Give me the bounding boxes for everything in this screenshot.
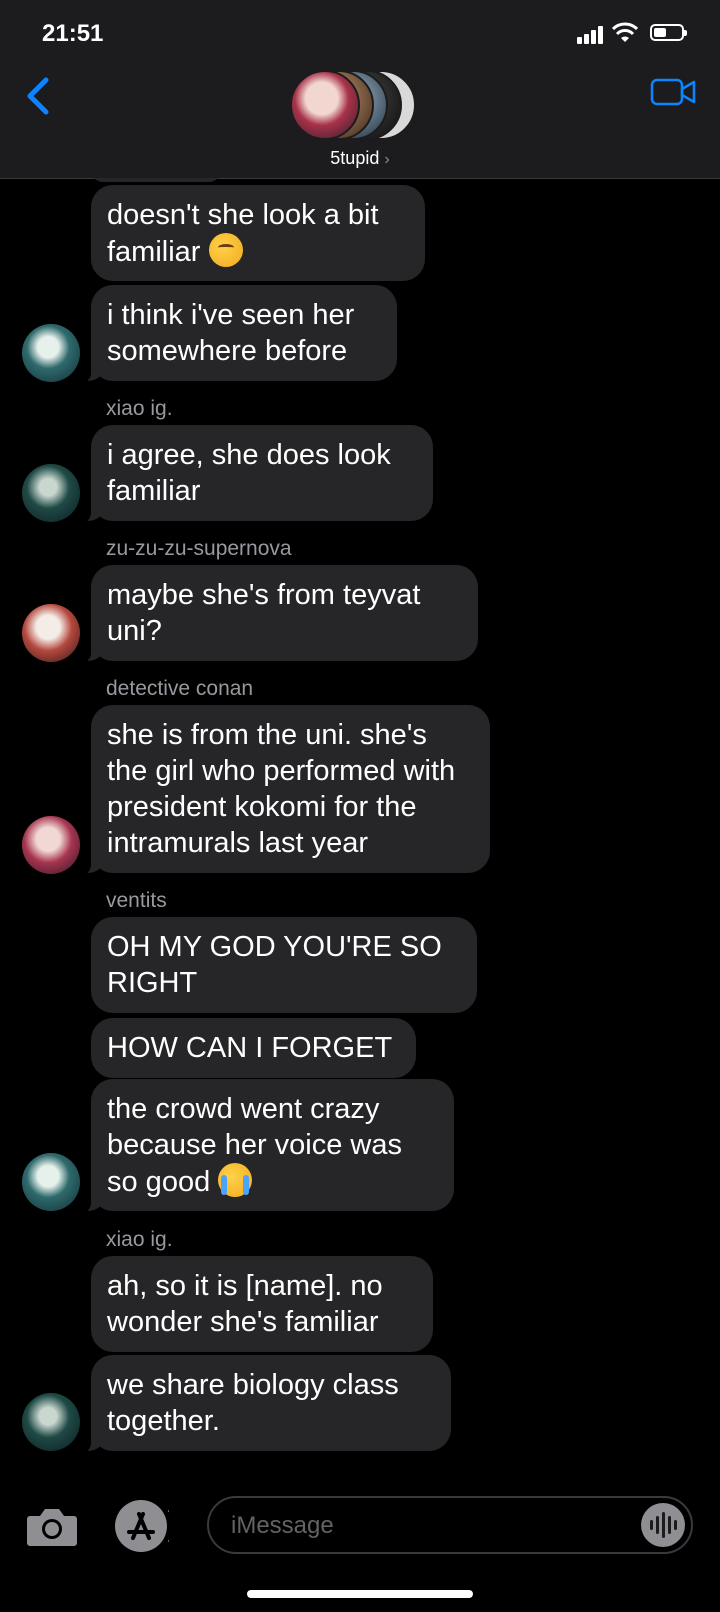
message-text: she is from the uni. she's the girl who … bbox=[107, 719, 456, 859]
message-text: i agree, she does look familiar bbox=[107, 439, 391, 507]
audio-message-icon[interactable] bbox=[641, 1503, 685, 1547]
message-text: ah, so it is [name]. no wonder she's fam… bbox=[107, 1270, 383, 1338]
battery-icon bbox=[650, 24, 687, 41]
message-bubble[interactable]: she is from the uni. she's the girl who … bbox=[81, 705, 490, 875]
member-avatar bbox=[290, 70, 360, 140]
back-chevron-icon[interactable] bbox=[24, 74, 54, 118]
status-time: 21:51 bbox=[42, 20, 104, 47]
sender-avatar[interactable] bbox=[22, 604, 80, 662]
message-text: OH MY GOD YOU'RE SO RIGHT bbox=[107, 931, 442, 999]
message-text: maybe she's from teyvat uni? bbox=[107, 579, 421, 647]
message-bubble[interactable]: i think i've seen her somewhere before bbox=[81, 285, 397, 383]
conversation-header: 5tupid › bbox=[0, 62, 720, 179]
app-store-icon[interactable] bbox=[113, 1498, 169, 1554]
previous-message-bubble bbox=[91, 178, 221, 182]
message-bubble[interactable]: ah, so it is [name]. no wonder she's fam… bbox=[91, 1256, 433, 1352]
status-bar: 21:51 bbox=[0, 0, 720, 62]
group-avatar-stack[interactable] bbox=[290, 70, 430, 142]
video-call-icon[interactable] bbox=[650, 76, 696, 108]
thinking-face-emoji bbox=[208, 233, 243, 267]
message-text: HOW CAN I FORGET bbox=[107, 1032, 393, 1064]
message-bubble[interactable]: maybe she's from teyvat uni? bbox=[81, 565, 478, 663]
message-bubble[interactable]: the crowd went crazy because her voice w… bbox=[81, 1079, 454, 1213]
message-text: the crowd went crazy because her voice w… bbox=[107, 1093, 402, 1198]
message-bubble[interactable]: we share biology class together. bbox=[81, 1355, 451, 1453]
message-text: doesn't she look a bit familiar bbox=[107, 199, 379, 268]
sender-name: xiao ig. bbox=[106, 1228, 173, 1251]
sender-name: detective conan bbox=[106, 677, 254, 700]
message-text: we share biology class together. bbox=[107, 1369, 399, 1437]
message-bubble[interactable]: HOW CAN I FORGET bbox=[91, 1018, 416, 1078]
message-bubble[interactable]: doesn't she look a bit familiar bbox=[91, 185, 425, 281]
sender-avatar[interactable] bbox=[22, 464, 80, 522]
home-indicator[interactable] bbox=[247, 1590, 473, 1598]
cellular-signal-icon bbox=[577, 26, 605, 44]
camera-icon[interactable] bbox=[26, 1504, 78, 1548]
group-name[interactable]: 5tupid › bbox=[0, 148, 720, 169]
sender-avatar[interactable] bbox=[22, 1153, 80, 1211]
message-text: i think i've seen her somewhere before bbox=[107, 299, 355, 367]
sender-avatar[interactable] bbox=[22, 1393, 80, 1451]
sender-avatar[interactable] bbox=[22, 324, 80, 382]
message-bubble[interactable]: i agree, she does look familiar bbox=[81, 425, 433, 523]
loudly-crying-face-emoji bbox=[218, 1163, 253, 1197]
input-placeholder: iMessage bbox=[231, 1512, 334, 1539]
chevron-right-icon: › bbox=[384, 151, 390, 168]
message-bubble[interactable]: OH MY GOD YOU'RE SO RIGHT bbox=[91, 917, 477, 1013]
sender-name: zu-zu-zu-supernova bbox=[106, 537, 292, 560]
sender-name: ventits bbox=[106, 889, 167, 912]
sender-avatar[interactable] bbox=[22, 816, 80, 874]
imessage-input[interactable]: iMessage bbox=[207, 1496, 693, 1554]
message-thread[interactable]: doesn't she look a bit familiar i think … bbox=[0, 178, 720, 1478]
sender-name: xiao ig. bbox=[106, 397, 173, 420]
wifi-icon bbox=[612, 22, 638, 42]
